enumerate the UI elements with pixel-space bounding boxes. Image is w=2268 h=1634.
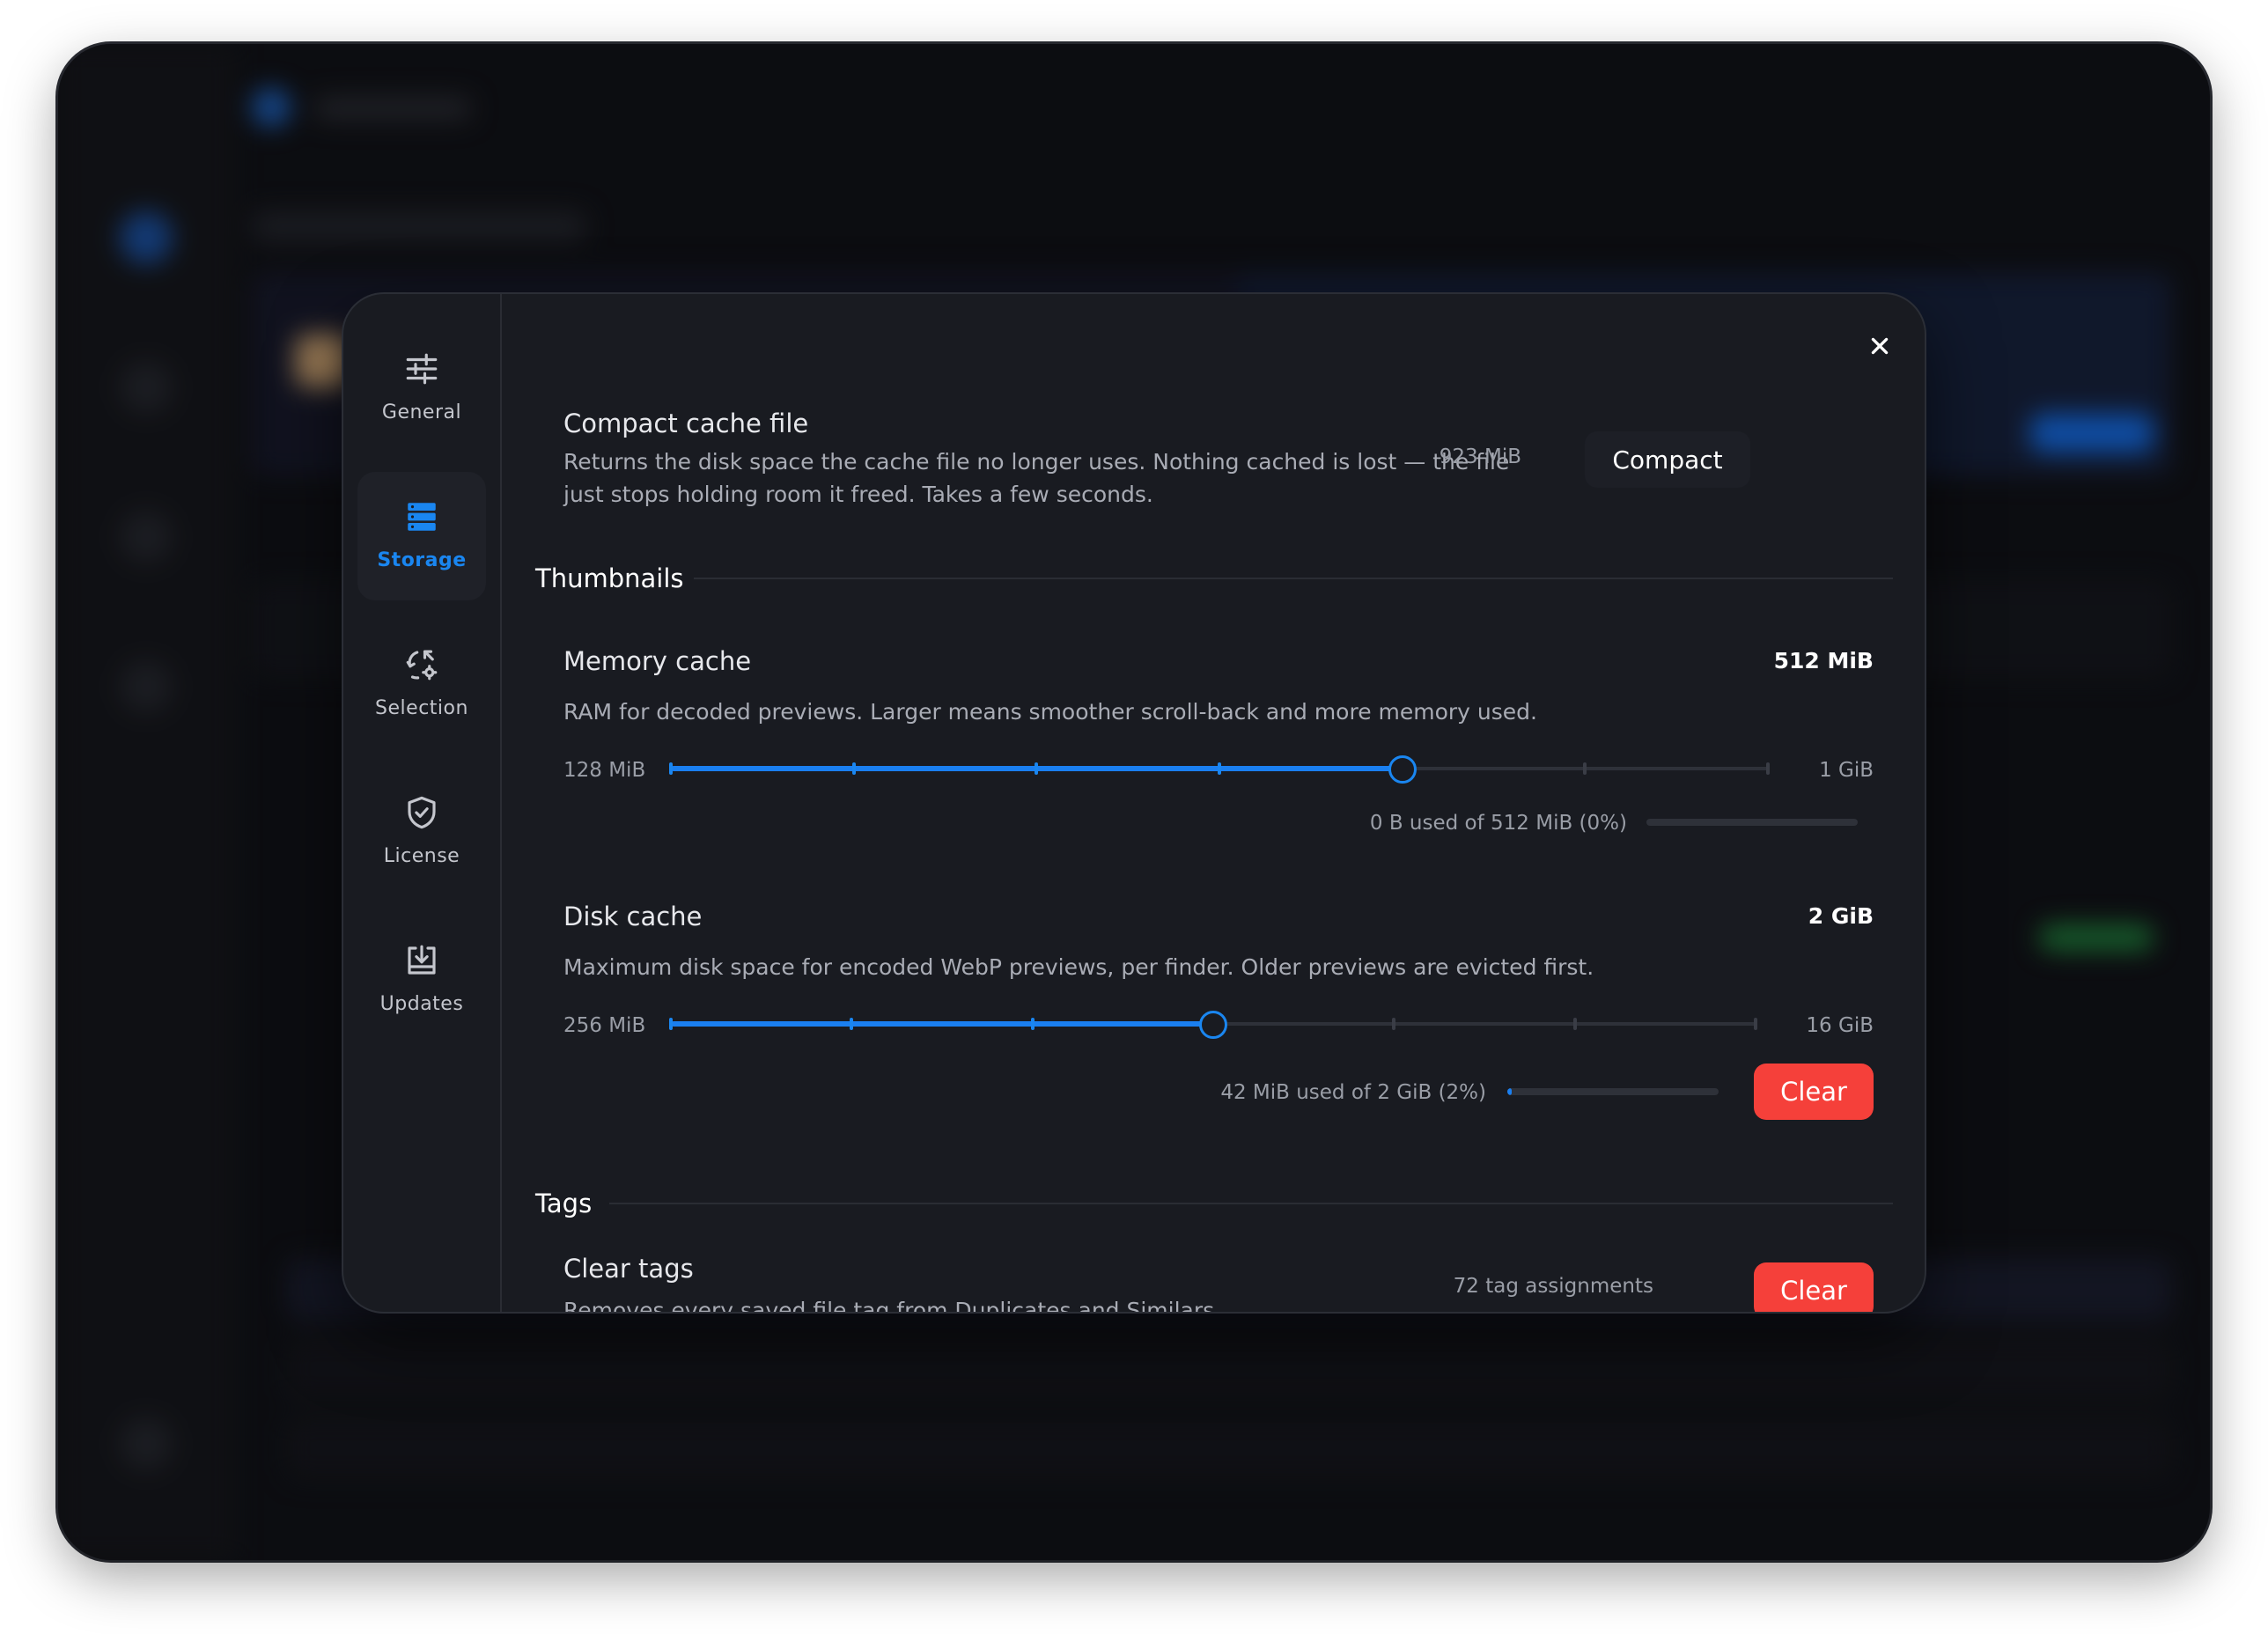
disk-min-label: 256 MiB	[563, 1014, 646, 1037]
nav-label-selection: Selection	[375, 697, 468, 719]
slider-tick	[1218, 762, 1221, 775]
slider-tick	[1035, 762, 1039, 775]
disk-cache-value: 2 GiB	[1808, 903, 1874, 929]
slider-tick	[1572, 1018, 1577, 1030]
disk-max-label: 16 GiB	[1806, 1014, 1874, 1037]
nav-item-general[interactable]: General	[357, 324, 486, 453]
slider-tick	[669, 762, 673, 775]
memory-usage-bar	[1646, 819, 1858, 826]
section-title-tags: Tags	[535, 1189, 593, 1218]
settings-content: Compact cache file Returns the disk spac…	[500, 294, 1925, 1312]
memory-cache-description: RAM for decoded previews. Larger means s…	[563, 699, 1537, 725]
storage-icon	[408, 503, 436, 531]
disk-cache-title: Disk cache	[563, 902, 703, 931]
slider-thumb[interactable]	[1388, 755, 1417, 784]
clear-tags-button[interactable]: Clear	[1754, 1262, 1874, 1312]
cache-file-size: 923 MiB	[1439, 445, 1521, 468]
memory-min-label: 128 MiB	[563, 759, 646, 782]
section-divider	[694, 578, 1893, 579]
nav-item-license[interactable]: License	[357, 768, 486, 896]
nav-item-updates[interactable]: Updates	[357, 916, 486, 1044]
nav-item-storage[interactable]: Storage	[357, 472, 486, 600]
shield-icon	[408, 796, 436, 829]
nav-label-updates: Updates	[379, 993, 464, 1015]
slider-tick	[1583, 762, 1587, 775]
nav-label-general: General	[381, 401, 462, 423]
disk-cache-slider[interactable]	[669, 1011, 1757, 1039]
slider-tick	[1030, 1018, 1035, 1030]
download-box-icon	[408, 945, 436, 975]
disk-usage-bar	[1507, 1088, 1719, 1095]
clear-tags-title: Clear tags	[563, 1254, 694, 1284]
slider-thumb[interactable]	[1199, 1011, 1227, 1039]
slider-tick	[851, 762, 856, 775]
slider-fill	[671, 1021, 1213, 1027]
compact-button[interactable]: Compact	[1585, 431, 1750, 488]
slider-tick	[850, 1018, 854, 1030]
disk-usage-text: 42 MiB used of 2 GiB (2%)	[1220, 1081, 1486, 1104]
nav-label-storage: Storage	[377, 549, 467, 571]
disk-cache-description: Maximum disk space for encoded WebP prev…	[563, 954, 1594, 980]
memory-max-label: 1 GiB	[1819, 759, 1874, 782]
section-divider	[609, 1203, 1893, 1204]
memory-cache-value: 512 MiB	[1773, 648, 1874, 673]
nav-label-license: License	[383, 845, 460, 867]
memory-usage-text: 0 B used of 512 MiB (0%)	[1369, 812, 1627, 835]
nav-item-selection[interactable]: Selection	[357, 620, 486, 748]
slider-tick	[1392, 1018, 1396, 1030]
sliders-icon	[406, 353, 438, 385]
selection-icon	[406, 650, 438, 681]
section-title-thumbnails: Thumbnails	[535, 563, 684, 593]
clear-tags-description: Removes every saved file tag from Duplic…	[563, 1298, 1222, 1312]
settings-nav: General Storage Selection License Update…	[343, 294, 502, 1312]
tag-assignment-count: 72 tag assignments	[1453, 1275, 1653, 1298]
slider-tick	[669, 1018, 673, 1030]
settings-modal: General Storage Selection License Update…	[343, 294, 1925, 1312]
compact-title: Compact cache file	[563, 408, 809, 438]
memory-cache-slider[interactable]	[669, 755, 1770, 784]
memory-cache-title: Memory cache	[563, 646, 752, 676]
compact-description: Returns the disk space the cache file no…	[563, 449, 1510, 507]
clear-disk-cache-button[interactable]: Clear	[1754, 1064, 1874, 1120]
